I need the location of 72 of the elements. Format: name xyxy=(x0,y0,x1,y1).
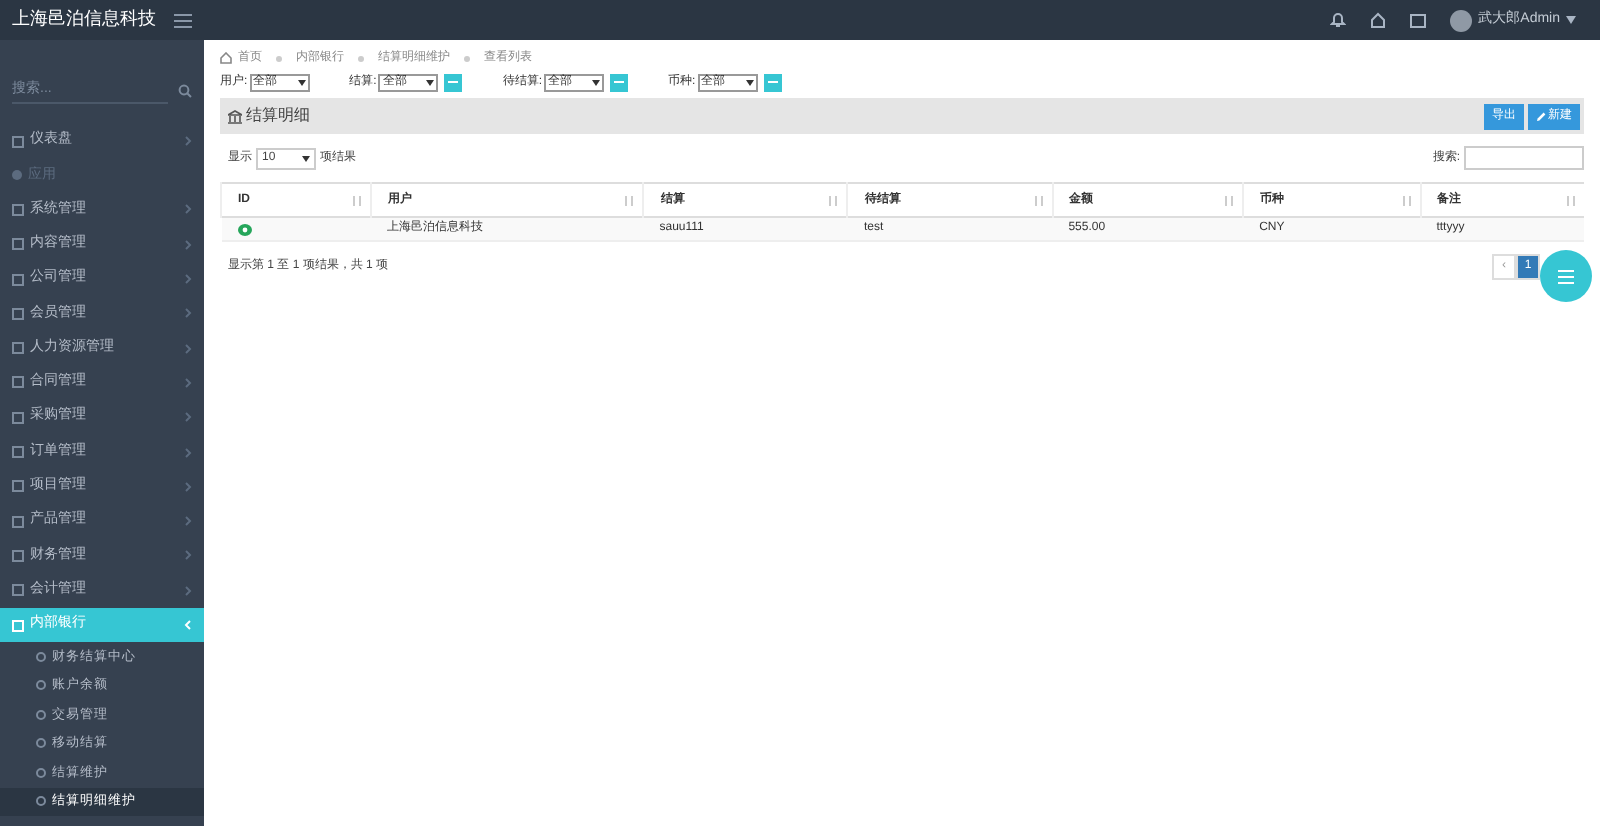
home-icon[interactable] xyxy=(1370,12,1387,28)
square-icon xyxy=(12,342,24,355)
sort-icon[interactable] xyxy=(1224,196,1235,206)
bank-icon xyxy=(228,109,242,123)
square-icon xyxy=(12,446,24,459)
view-icon[interactable] xyxy=(237,223,251,235)
circle-icon xyxy=(36,796,46,807)
circle-icon xyxy=(36,680,46,691)
menu-icon[interactable] xyxy=(174,13,192,27)
circle-icon xyxy=(36,767,46,778)
square-icon xyxy=(12,273,24,286)
sort-icon[interactable] xyxy=(1401,196,1412,206)
menu-icon xyxy=(1558,269,1574,283)
panel-title: 结算明细 xyxy=(246,104,310,128)
square-icon xyxy=(12,549,24,562)
section-icon xyxy=(12,170,22,181)
breadcrumb-separator-icon xyxy=(464,55,470,61)
square-icon xyxy=(12,135,24,148)
avatar[interactable] xyxy=(1450,9,1473,31)
filter-more-button[interactable] xyxy=(444,73,463,91)
chevron-icon xyxy=(184,308,192,319)
square-icon xyxy=(12,584,24,597)
filter-more-button[interactable] xyxy=(763,73,782,91)
square-icon xyxy=(12,203,24,216)
breadcrumb-separator-icon xyxy=(358,55,364,61)
square-icon xyxy=(12,376,24,389)
sort-icon[interactable] xyxy=(828,196,839,206)
caret-icon xyxy=(426,79,435,85)
chevron-icon xyxy=(184,620,192,630)
sort-icon[interactable] xyxy=(1566,196,1576,206)
brand-title: 上海邑泊信息科技 xyxy=(12,6,156,33)
chevron-icon xyxy=(184,585,192,596)
chevron-icon xyxy=(184,412,192,423)
pencil-icon xyxy=(1536,111,1546,121)
chevron-icon xyxy=(184,204,192,215)
caret-icon xyxy=(745,79,754,85)
caret-icon[interactable] xyxy=(1566,16,1576,24)
minus-icon xyxy=(767,80,778,84)
search-icon[interactable] xyxy=(178,83,192,97)
minus-icon xyxy=(614,80,625,84)
caret-icon xyxy=(302,155,310,161)
square-icon xyxy=(12,619,24,631)
chevron-icon xyxy=(184,447,192,458)
sort-icon[interactable] xyxy=(624,196,635,206)
chevron-icon xyxy=(184,343,192,354)
calendar-icon[interactable] xyxy=(1410,12,1427,28)
chevron-icon xyxy=(184,274,192,285)
chevron-icon xyxy=(184,377,192,388)
square-icon xyxy=(12,238,24,251)
floating-menu-button[interactable] xyxy=(1540,250,1592,302)
square-icon xyxy=(12,480,24,493)
breadcrumb-separator-icon xyxy=(276,55,282,61)
circle-icon xyxy=(36,738,46,749)
circle-icon xyxy=(36,651,46,662)
square-icon xyxy=(12,411,24,424)
circle-icon xyxy=(36,709,46,720)
chevron-icon xyxy=(184,136,192,147)
square-icon xyxy=(12,515,24,528)
chevron-icon xyxy=(184,481,192,492)
chevron-icon xyxy=(184,239,192,250)
chevron-icon xyxy=(184,516,192,527)
filter-more-button[interactable] xyxy=(610,73,629,91)
bell-icon[interactable] xyxy=(1330,12,1347,28)
sort-icon[interactable] xyxy=(1033,196,1044,206)
minus-icon xyxy=(448,80,459,84)
caret-icon xyxy=(297,79,306,85)
table-search-field[interactable] xyxy=(1464,146,1584,170)
sort-icon[interactable] xyxy=(351,196,362,206)
chevron-icon xyxy=(184,550,192,561)
caret-icon xyxy=(592,79,601,85)
square-icon xyxy=(12,307,24,320)
home-icon xyxy=(220,52,232,64)
